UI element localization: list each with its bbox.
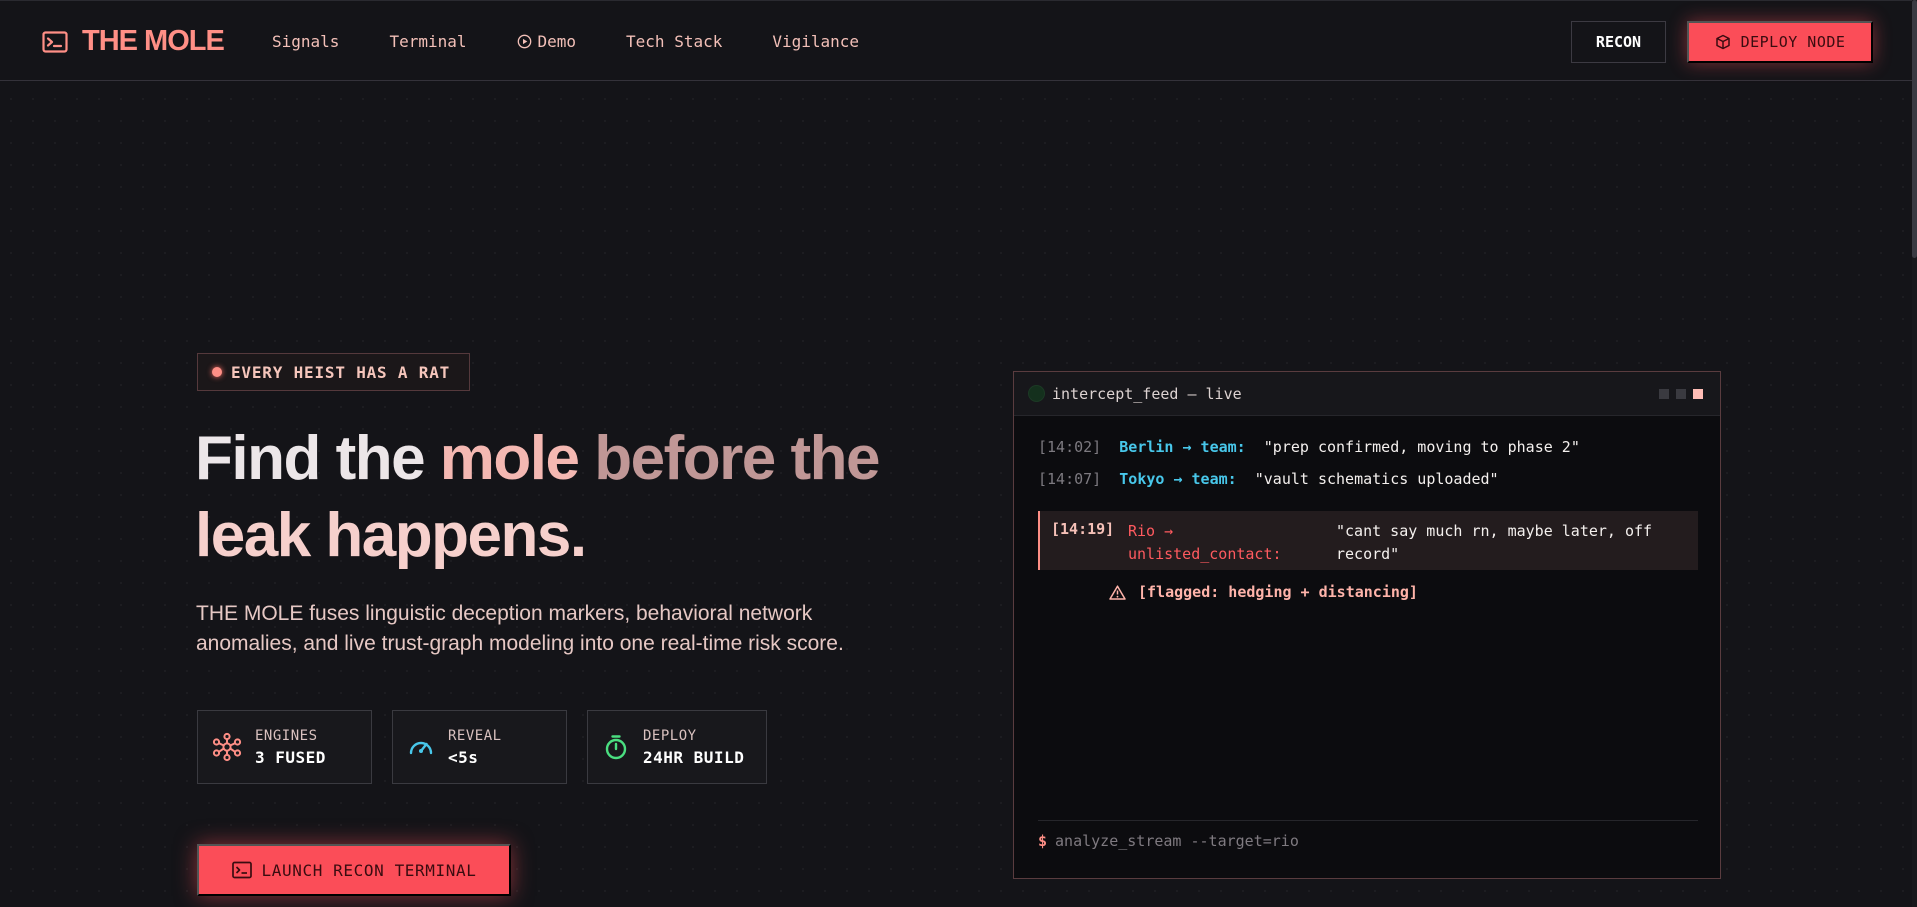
headline-part-2: mole (439, 424, 595, 493)
hero-badge: EVERY HEIST HAS A RAT (197, 353, 470, 391)
speedometer-icon (409, 741, 433, 755)
launch-recon-terminal-button[interactable]: LAUNCH RECON TERMINAL (197, 844, 511, 896)
headline-part-4: leak happens. (195, 501, 587, 570)
hero-headline: Find the mole before the leak happens. (195, 420, 955, 574)
window-controls (1652, 389, 1703, 399)
minimize-icon[interactable] (1659, 389, 1669, 399)
flagged-message: [14:19] Rio → unlisted_contact: "cant sa… (1038, 511, 1698, 570)
nav-link-terminal[interactable]: Terminal (389, 32, 466, 51)
stat-reveal-label: REVEAL (448, 727, 502, 744)
flagged-time: [14:19] (1051, 520, 1115, 538)
hero-badge-text: EVERY HEIST HAS A RAT (231, 362, 451, 382)
nav-link-demo[interactable]: Demo (517, 32, 577, 51)
top-navbar: THE MOLE Signals Terminal Demo Tech Stac… (0, 0, 1912, 81)
deploy-node-label: DEPLOY NODE (1740, 33, 1846, 51)
headline-part-3: before the (594, 424, 880, 493)
warning-icon (1109, 584, 1126, 600)
headline-part-1: Find the (195, 424, 440, 493)
feed-line: [14:02] Berlin → team: "prep confirmed, … (1038, 438, 1580, 456)
intercept-terminal: intercept_feed — live [14:02] Berlin → t… (1013, 371, 1721, 879)
live-status-icon (1029, 386, 1044, 401)
nav-links: Signals Terminal Demo Tech Stack Vigilan… (272, 1, 909, 82)
feed-line: [14:07] Tokyo → team: "vault schematics … (1038, 470, 1499, 488)
stat-engines: ENGINES 3 FUSED (197, 710, 372, 784)
terminal-icon (231, 861, 252, 879)
stat-engines-label: ENGINES (255, 727, 318, 744)
nav-link-tech-stack[interactable]: Tech Stack (626, 32, 722, 51)
stat-engines-value: 3 FUSED (255, 747, 326, 767)
stat-reveal: REVEAL <5s (392, 710, 567, 784)
close-icon[interactable] (1693, 389, 1703, 399)
flagged-sender: Rio → unlisted_contact: (1128, 522, 1282, 563)
stat-deploy: DEPLOY 24HR BUILD (587, 710, 767, 784)
flag-note: [flagged: hedging + distancing] (1109, 583, 1418, 601)
stat-reveal-value: <5s (448, 747, 479, 767)
feed-sender: Berlin → team: (1119, 438, 1246, 456)
pulse-dot-icon (212, 367, 222, 377)
stat-deploy-label: DEPLOY (643, 727, 697, 744)
recon-button[interactable]: RECON (1571, 21, 1666, 63)
prompt-command: analyze_stream --target=rio (1055, 832, 1299, 850)
flagged-text: "cant say much rn, maybe later, off reco… (1336, 522, 1653, 563)
terminal-icon (42, 30, 68, 53)
stopwatch-icon (605, 735, 627, 760)
feed-sender: Tokyo → team: (1119, 470, 1237, 488)
prompt-divider (1038, 820, 1698, 821)
hero-subhead: THE MOLE fuses linguistic deception mark… (196, 602, 844, 655)
stat-deploy-value: 24HR BUILD (643, 747, 745, 767)
brand-logo[interactable]: THE MOLE (42, 25, 225, 58)
feed-message: "prep confirmed, moving to phase 2" (1263, 438, 1580, 456)
nav-link-demo-label: Demo (537, 32, 577, 51)
feed-message: "vault schematics uploaded" (1254, 470, 1499, 488)
deploy-node-button[interactable]: DEPLOY NODE (1687, 21, 1873, 63)
launch-recon-terminal-label: LAUNCH RECON TERMINAL (261, 860, 477, 880)
cube-icon (1715, 34, 1730, 50)
network-icon (212, 732, 242, 762)
feed-time: [14:02] (1038, 438, 1102, 456)
flag-note-text: [flagged: hedging + distancing] (1138, 583, 1418, 601)
feed-time: [14:07] (1038, 470, 1102, 488)
nav-link-signals[interactable]: Signals (272, 32, 339, 51)
terminal-title: intercept_feed — live (1052, 384, 1242, 403)
nav-link-vigilance[interactable]: Vigilance (772, 32, 859, 51)
terminal-header: intercept_feed — live (1014, 372, 1720, 416)
brand-name: THE MOLE (82, 25, 225, 57)
play-circle-icon (517, 34, 531, 49)
prompt-symbol: $ (1038, 832, 1048, 850)
command-prompt[interactable]: $ analyze_stream --target=rio (1038, 832, 1299, 850)
maximize-icon[interactable] (1676, 389, 1686, 399)
scrollbar-thumb[interactable] (1912, 0, 1917, 258)
